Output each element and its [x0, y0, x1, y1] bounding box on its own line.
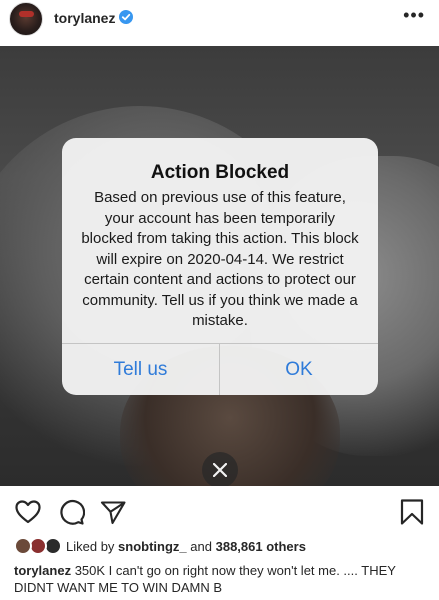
likes-and-label: and	[190, 539, 212, 554]
close-icon	[213, 463, 227, 477]
ok-button[interactable]: OK	[220, 344, 378, 395]
likes-row: Liked by snobtingz_ and 388,861 others	[0, 534, 439, 558]
profile-avatar[interactable]	[9, 2, 43, 36]
more-options-button[interactable]: •••	[403, 6, 425, 24]
liked-by-label: Liked by	[66, 539, 115, 554]
verified-badge-icon	[119, 10, 133, 24]
send-icon[interactable]	[99, 498, 127, 526]
bookmark-icon[interactable]	[398, 498, 426, 526]
username-link[interactable]: torylanez	[54, 10, 115, 26]
close-button[interactable]	[202, 452, 238, 488]
liker-username-link[interactable]: snobtingz_	[118, 539, 187, 554]
liker-avatar[interactable]	[14, 537, 32, 555]
caption-username-link[interactable]: torylanez	[14, 563, 71, 578]
action-bar	[0, 486, 439, 534]
post-header: torylanez •••	[0, 0, 439, 46]
likes-text: Liked by snobtingz_ and 388,861 others	[66, 539, 306, 554]
dialog-title: Action Blocked	[150, 162, 290, 183]
action-blocked-dialog: Action Blocked Based on previous use of …	[62, 138, 378, 395]
caption-text: 350K I can't go on right now they won't …	[14, 563, 396, 595]
heart-icon[interactable]	[14, 498, 42, 526]
tell-us-button[interactable]: Tell us	[62, 344, 219, 395]
likes-count-link[interactable]: 388,861 others	[216, 539, 306, 554]
dialog-message: Based on previous use of this feature, y…	[81, 189, 359, 329]
post-caption: torylanez 350K I can't go on right now t…	[14, 562, 430, 596]
comment-icon[interactable]	[57, 498, 85, 526]
